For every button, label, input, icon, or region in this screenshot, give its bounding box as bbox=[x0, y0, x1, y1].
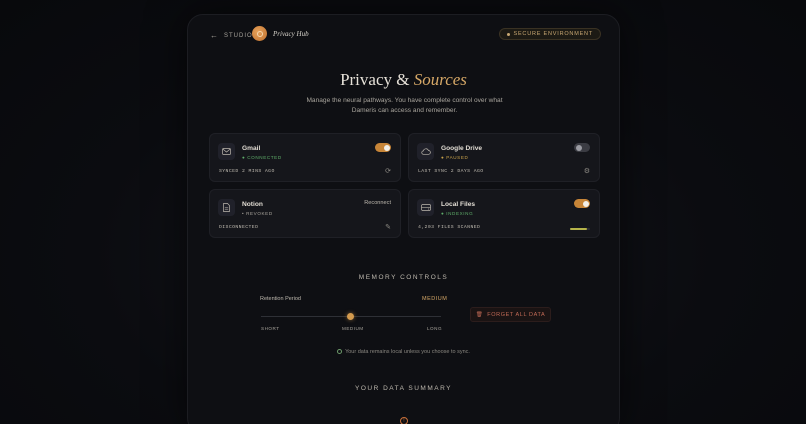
source-meta: DISCONNECTED bbox=[219, 225, 259, 230]
source-card-google-drive: Google Drive ● PAUSED LAST SYNC 2 DAYS A… bbox=[408, 133, 600, 182]
source-meta: LAST SYNC 2 DAYS AGO bbox=[418, 169, 484, 174]
retention-slider-thumb[interactable] bbox=[347, 313, 354, 320]
local-files-toggle[interactable] bbox=[574, 199, 590, 208]
retention-value: MEDIUM bbox=[422, 296, 448, 302]
local-data-note: Your data remains local unless you choos… bbox=[188, 349, 619, 355]
status-dot-icon bbox=[506, 32, 510, 36]
settings-icon[interactable]: ⚙ bbox=[584, 167, 590, 175]
refresh-icon[interactable]: ⟳ bbox=[385, 167, 391, 175]
indexing-progress-bar bbox=[570, 228, 590, 230]
note-text: Your data remains local unless you choos… bbox=[345, 349, 470, 355]
reconnect-button[interactable]: Reconnect bbox=[364, 200, 391, 206]
source-name: Notion bbox=[242, 201, 263, 208]
back-label: STUDIO bbox=[224, 32, 253, 39]
gmail-toggle[interactable] bbox=[375, 143, 391, 152]
arrow-left-icon: ← bbox=[210, 31, 219, 40]
source-card-notion: Notion • REVOKED Reconnect DISCONNECTED … bbox=[209, 189, 401, 238]
title-accent: Sources bbox=[413, 70, 467, 89]
drive-icon bbox=[417, 199, 434, 216]
app-logo-icon bbox=[252, 26, 267, 41]
retention-label: Retention Period bbox=[260, 296, 301, 302]
source-name: Gmail bbox=[242, 145, 261, 152]
google-drive-toggle[interactable] bbox=[574, 143, 590, 152]
source-meta: SYNCED 2 MINS AGO bbox=[219, 169, 275, 174]
source-name: Local Files bbox=[441, 201, 476, 208]
tick-medium: MEDIUM bbox=[342, 326, 364, 331]
mail-icon bbox=[218, 143, 235, 160]
source-status: • REVOKED bbox=[242, 211, 273, 216]
data-summary-heading: YOUR DATA SUMMARY bbox=[354, 385, 452, 392]
check-circle-icon bbox=[337, 349, 343, 354]
secure-environment-badge: SECURE ENVIRONMENT bbox=[498, 28, 601, 40]
source-status: ● PAUSED bbox=[441, 155, 469, 160]
cloud-icon bbox=[417, 143, 434, 160]
source-name: Google Drive bbox=[441, 145, 483, 152]
secure-label: SECURE ENVIRONMENT bbox=[513, 31, 593, 37]
title-plain: Privacy & bbox=[340, 70, 414, 89]
app-title: Privacy Hub bbox=[273, 29, 309, 38]
tick-short: SHORT bbox=[261, 326, 280, 331]
forget-label: FORGET ALL DATA bbox=[487, 311, 546, 318]
info-icon: ! bbox=[400, 417, 408, 424]
indexing-progress-fill bbox=[570, 228, 587, 230]
document-icon bbox=[218, 199, 235, 216]
tick-long: LONG bbox=[427, 326, 443, 331]
trash-icon: 🗑 bbox=[475, 311, 484, 318]
source-meta: 4,203 FILES SCANNED bbox=[418, 225, 481, 230]
source-card-gmail: Gmail ● CONNECTED SYNCED 2 MINS AGO ⟳ bbox=[209, 133, 401, 182]
edit-icon[interactable]: ✎ bbox=[385, 223, 391, 231]
page-subtitle: Manage the neural pathways. You have com… bbox=[306, 97, 503, 114]
page-title: Privacy & Sources bbox=[188, 70, 619, 90]
forget-all-data-button[interactable]: 🗑 FORGET ALL DATA bbox=[470, 307, 551, 322]
source-status: ● INDEXING bbox=[441, 211, 474, 216]
app-brand: Privacy Hub bbox=[252, 26, 309, 41]
source-card-local-files: Local Files ● INDEXING 4,203 FILES SCANN… bbox=[408, 189, 600, 238]
source-status: ● CONNECTED bbox=[242, 155, 282, 160]
privacy-hub-panel: ← STUDIO Privacy Hub SECURE ENVIRONMENT … bbox=[187, 14, 620, 424]
memory-controls-heading: MEMORY CONTROLS bbox=[358, 274, 449, 281]
back-to-studio-link[interactable]: ← STUDIO bbox=[210, 31, 253, 40]
